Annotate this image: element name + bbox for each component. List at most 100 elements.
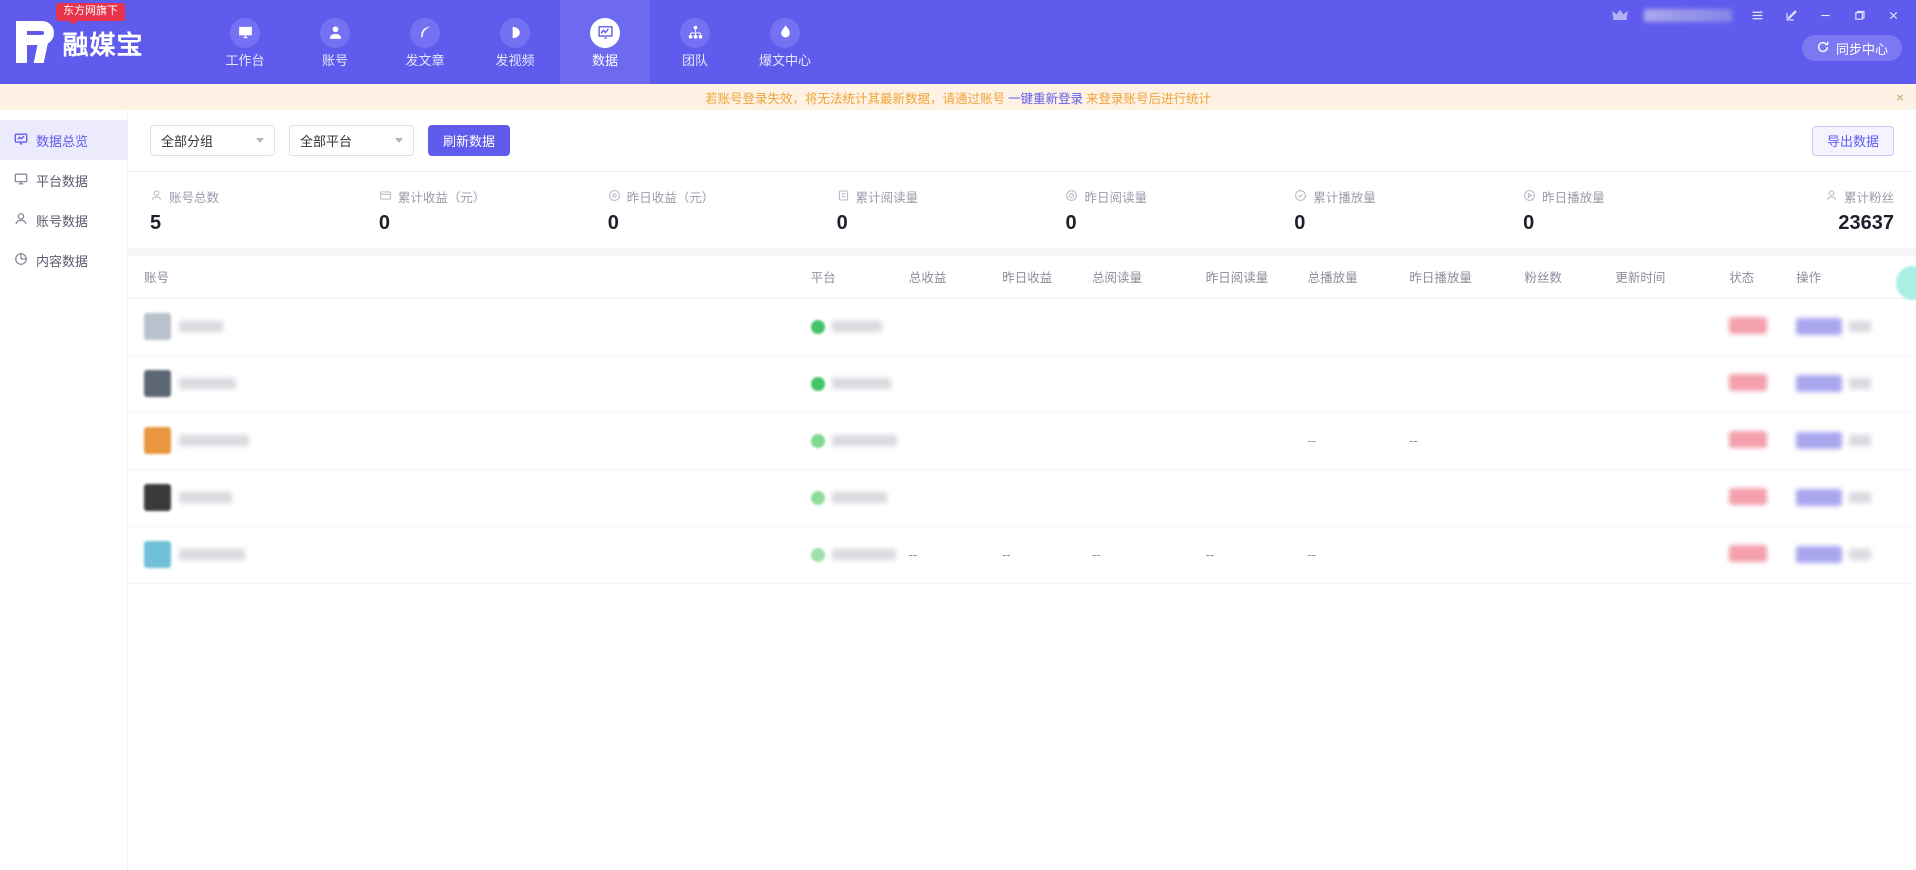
table-header-row: 账号 平台 总收益 昨日收益 总阅读量 昨日阅读量 总播放量 昨日播放量 粉丝数… <box>128 256 1916 299</box>
group-filter-value: 全部分组 <box>161 134 214 149</box>
metric-value: -- <box>1307 433 1316 448</box>
chevron-down-icon <box>256 138 264 143</box>
nav-item-workbench[interactable]: 工作台 <box>200 0 290 84</box>
nav-item-data[interactable]: 数据 <box>560 0 650 84</box>
cell-action[interactable] <box>1790 355 1916 413</box>
top-navigation-bar: 融媒宝 东方网旗下 工作台 账号 发文章 发视频 数据 团队 爆文中心 同步中心 <box>0 0 1916 84</box>
account-name-redacted <box>179 435 249 446</box>
table-row[interactable] <box>128 355 1916 413</box>
cell-fans <box>1518 526 1610 584</box>
cell-yesterday-income <box>996 298 1087 356</box>
cell-total-reads <box>1086 412 1200 470</box>
cell-total-plays <box>1301 469 1404 527</box>
sidebar-item-platform-data[interactable]: 平台数据 <box>0 160 127 200</box>
nav-label: 工作台 <box>225 52 265 68</box>
close-icon[interactable] <box>1884 9 1902 22</box>
column-total-plays: 总播放量 <box>1301 256 1404 299</box>
stat-label: 累计粉丝 <box>1844 191 1895 205</box>
action-button-redacted[interactable] <box>1796 432 1843 449</box>
nav-item-team[interactable]: 团队 <box>650 0 740 84</box>
sidebar-item-overview[interactable]: 数据总览 <box>0 120 127 160</box>
stat-label: 昨日收益（元） <box>626 191 715 205</box>
nav-item-accounts[interactable]: 账号 <box>290 0 380 84</box>
table-header: 账号 平台 总收益 昨日收益 总阅读量 昨日阅读量 总播放量 昨日播放量 粉丝数… <box>128 256 1916 299</box>
metric-value: -- <box>1307 547 1316 562</box>
nav-label: 账号 <box>321 52 348 68</box>
table-row[interactable]: -- -- -- -- -- <box>128 526 1916 584</box>
overview-icon <box>14 132 28 149</box>
action-link-redacted[interactable] <box>1849 321 1872 332</box>
chart-monitor-icon <box>590 17 620 48</box>
column-yesterday-reads: 昨日阅读量 <box>1199 256 1302 299</box>
cell-account <box>128 298 805 356</box>
avatar <box>144 541 171 568</box>
user-icon <box>320 17 350 48</box>
nav-item-hot-content[interactable]: 爆文中心 <box>740 0 830 84</box>
platform-name-redacted <box>831 492 887 503</box>
stat-total-accounts: 账号总数 5 <box>150 187 379 233</box>
cell-total-income <box>902 355 997 413</box>
minimize-icon[interactable] <box>1816 9 1834 22</box>
platform-icon <box>810 319 825 334</box>
menu-icon[interactable] <box>1748 9 1766 22</box>
stat-total-fans: 累计粉丝 23637 <box>1752 187 1902 233</box>
refresh-data-button[interactable]: 刷新数据 <box>428 125 511 156</box>
cell-action[interactable] <box>1790 526 1916 584</box>
chevron-down-icon <box>395 138 403 143</box>
cell-total-plays: -- <box>1301 526 1404 584</box>
status-badge-redacted <box>1729 373 1768 391</box>
nav-item-publish-video[interactable]: 发视频 <box>470 0 560 84</box>
action-button-redacted[interactable] <box>1796 375 1843 392</box>
table-row[interactable] <box>128 298 1916 356</box>
sidebar-item-content-data[interactable]: 内容数据 <box>0 240 127 280</box>
platform-name-redacted <box>831 378 891 389</box>
sidebar-item-account-data[interactable]: 账号数据 <box>0 200 127 240</box>
accounts-table-container: 账号 平台 总收益 昨日收益 总阅读量 昨日阅读量 总播放量 昨日播放量 粉丝数… <box>128 256 1916 870</box>
cell-platform <box>804 469 903 527</box>
sidebar-item-label: 平台数据 <box>36 173 89 189</box>
rongmeibao-logo-icon <box>16 21 56 63</box>
group-filter-select[interactable]: 全部分组 <box>150 125 275 156</box>
action-link-redacted[interactable] <box>1849 435 1872 446</box>
action-link-redacted[interactable] <box>1849 378 1872 389</box>
column-status: 状态 <box>1723 256 1791 299</box>
monitor-icon <box>230 17 260 48</box>
metric-value: -- <box>908 547 918 562</box>
cell-yesterday-income <box>996 469 1087 527</box>
edit-icon[interactable] <box>1782 9 1800 22</box>
cell-action[interactable] <box>1790 412 1916 470</box>
filter-toolbar: 全部分组 全部平台 刷新数据 导出数据 <box>128 110 1916 171</box>
action-button-redacted[interactable] <box>1796 489 1843 506</box>
action-button-redacted[interactable] <box>1796 318 1843 335</box>
table-row[interactable]: -- -- <box>128 412 1916 470</box>
maximize-icon[interactable] <box>1850 9 1868 22</box>
export-data-button[interactable]: 导出数据 <box>1811 125 1894 156</box>
summary-stats-row: 账号总数 5 累计收益（元） 0 昨日收益（元） 0 累计阅读量 0 昨日阅读量… <box>128 171 1916 248</box>
accounts-table: 账号 平台 总收益 昨日收益 总阅读量 昨日阅读量 总播放量 昨日播放量 粉丝数… <box>128 256 1916 584</box>
crown-icon <box>1612 9 1628 22</box>
stat-value: 0 <box>836 212 848 234</box>
stat-value: 5 <box>150 212 162 234</box>
cell-update-time <box>1609 355 1724 413</box>
flame-icon <box>770 17 800 48</box>
relogin-link[interactable]: 一键重新登录 <box>1008 88 1083 107</box>
metric-value: -- <box>1002 547 1011 562</box>
account-name-redacted <box>179 321 223 332</box>
cell-yesterday-plays <box>1403 469 1519 527</box>
coin-icon <box>608 189 621 205</box>
cell-action[interactable] <box>1790 469 1916 527</box>
refresh-icon <box>1816 40 1830 57</box>
cell-action[interactable] <box>1790 298 1916 356</box>
table-row[interactable] <box>128 469 1916 527</box>
action-link-redacted[interactable] <box>1849 492 1872 503</box>
nav-item-publish-article[interactable]: 发文章 <box>380 0 470 84</box>
platform-name-redacted <box>831 435 897 446</box>
brand-name: 融媒宝 <box>62 30 144 60</box>
action-button-redacted[interactable] <box>1796 546 1843 563</box>
nav-label: 发文章 <box>405 52 445 68</box>
platform-filter-select[interactable]: 全部平台 <box>289 125 414 156</box>
column-yesterday-income: 昨日收益 <box>996 256 1087 299</box>
sync-center-button[interactable]: 同步中心 <box>1801 35 1902 61</box>
close-warning-icon[interactable]: × <box>1896 90 1904 104</box>
action-link-redacted[interactable] <box>1849 549 1872 560</box>
